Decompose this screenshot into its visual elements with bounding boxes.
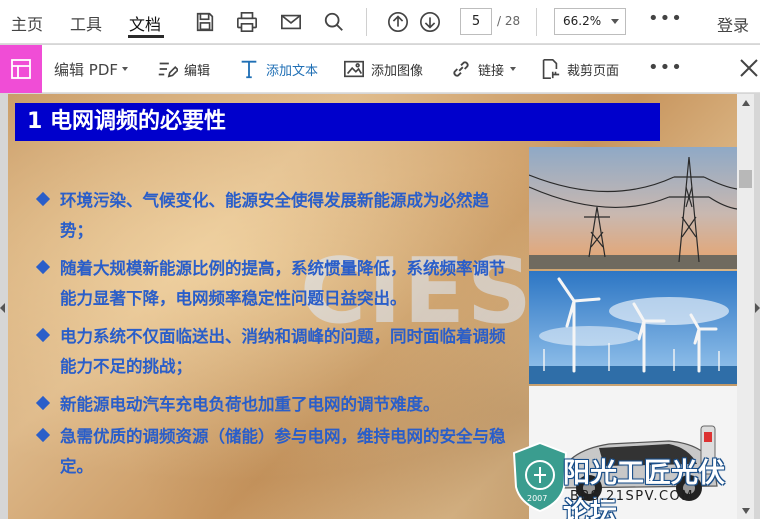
diamond-bullet-icon	[35, 427, 51, 443]
logo-year: 2007	[527, 494, 548, 503]
close-icon[interactable]	[738, 57, 760, 79]
search-icon[interactable]	[322, 10, 346, 34]
edit-pdf-menu[interactable]: 编辑 PDF	[54, 45, 128, 93]
zoom-value: 66.2%	[563, 14, 602, 28]
page-number-input[interactable]: 5	[460, 8, 492, 35]
add-image-label: 添加图像	[371, 63, 424, 79]
forum-title: 阳光工匠光伏论坛	[563, 458, 725, 519]
link-menu[interactable]: 链接	[450, 45, 517, 93]
edit-button[interactable]: 编辑	[156, 45, 210, 93]
print-icon[interactable]	[235, 10, 259, 34]
bullet-text: 新能源电动汽车充电负荷也加重了电网的调节难度。	[60, 395, 440, 414]
edit-label: 编辑	[184, 63, 211, 79]
toolbar-divider	[366, 8, 367, 36]
transmission-tower-photo	[529, 147, 737, 269]
list-item: 新能源电动汽车充电负荷也加重了电网的调节难度。	[35, 390, 508, 420]
bullet-text: 环境污染、气候变化、能源安全使得发展新能源成为必然趋势；	[60, 191, 489, 240]
top-toolbar: 主页 工具 文档 5 / 28 66.2% ••• 登录	[0, 0, 760, 44]
tab-home[interactable]: 主页	[11, 11, 43, 35]
more-options-icon[interactable]: •••	[648, 8, 683, 29]
save-icon[interactable]	[193, 10, 217, 34]
add-text-label: 添加文本	[266, 63, 319, 79]
page-total: / 28	[497, 14, 521, 28]
chevron-down-icon	[510, 67, 517, 71]
tab-tools[interactable]: 工具	[70, 11, 102, 35]
list-item: 急需优质的调频资源（储能）参与电网，维持电网的安全与稳定。	[35, 422, 508, 482]
add-image-button[interactable]: 添加图像	[343, 45, 423, 93]
list-item: 随着大规模新能源比例的提高，系统惯量降低，系统频率调节能力显著下降，电网频率稳定…	[35, 254, 508, 314]
link-icon	[450, 58, 472, 80]
left-panel-toggle-icon[interactable]	[0, 303, 5, 313]
link-label: 链接	[478, 63, 505, 79]
list-item: 电力系统不仅面临送出、消纳和调峰的问题，同时面临着调频能力不足的挑战；	[35, 322, 508, 382]
edit-toolbar: 编辑 PDF 编辑 添加文本 添加图像 链接 裁剪页面 •••	[0, 45, 760, 93]
wind-turbine-photo	[529, 271, 737, 384]
edit-pencil-icon	[156, 58, 178, 80]
add-text-button[interactable]: 添加文本	[238, 45, 318, 93]
forum-url: BBS.21SPV.COM	[570, 489, 695, 504]
active-tab-indicator	[128, 35, 164, 38]
toolbar-divider	[536, 8, 537, 36]
crop-page-label: 裁剪页面	[567, 63, 620, 79]
diamond-bullet-icon	[35, 395, 51, 411]
edit-pdf-label: 编辑 PDF	[54, 60, 118, 79]
diamond-bullet-icon	[35, 191, 51, 207]
bullet-text: 电力系统不仅面临送出、消纳和调峰的问题，同时面临着调频能力不足的挑战；	[60, 327, 506, 376]
bullet-text: 随着大规模新能源比例的提高，系统惯量降低，系统频率调节能力显著下降，电网频率稳定…	[60, 259, 506, 308]
diamond-bullet-icon	[35, 259, 51, 275]
scroll-down-icon[interactable]	[742, 508, 750, 514]
scroll-up-icon[interactable]	[742, 100, 750, 106]
chevron-down-icon	[122, 67, 128, 71]
list-item: 环境污染、气候变化、能源安全使得发展新能源成为必然趋势；	[35, 186, 508, 246]
diamond-bullet-icon	[35, 327, 51, 343]
bullet-list: 环境污染、气候变化、能源安全使得发展新能源成为必然趋势； 随着大规模新能源比例的…	[35, 186, 508, 490]
crop-page-icon	[539, 58, 561, 80]
next-page-icon[interactable]	[418, 10, 442, 34]
crop-page-button[interactable]: 裁剪页面	[539, 45, 619, 93]
slide-page: 1 电网调频的必要性 CIES 环境污染、气候变化、能源安全使得发展新能源成为必…	[8, 94, 737, 519]
bullet-text: 急需优质的调频资源（储能）参与电网，维持电网的安全与稳定。	[60, 427, 506, 476]
text-tool-icon	[238, 58, 260, 80]
chevron-down-icon	[611, 19, 619, 24]
login-button[interactable]: 登录	[717, 12, 749, 36]
image-icon	[343, 58, 365, 80]
mail-icon[interactable]	[279, 10, 303, 34]
tab-document[interactable]: 文档	[129, 11, 161, 35]
scrollbar-thumb[interactable]	[739, 170, 752, 188]
slide-title: 1 电网调频的必要性	[15, 103, 660, 141]
edit-pdf-tool-icon[interactable]	[0, 45, 42, 93]
zoom-select[interactable]: 66.2%	[554, 8, 626, 35]
more-options-icon[interactable]: •••	[648, 57, 683, 78]
vertical-scrollbar[interactable]	[737, 94, 754, 519]
previous-page-icon[interactable]	[386, 10, 410, 34]
right-panel-toggle-icon[interactable]	[755, 303, 760, 313]
document-viewport: 1 电网调频的必要性 CIES 环境污染、气候变化、能源安全使得发展新能源成为必…	[0, 94, 760, 519]
